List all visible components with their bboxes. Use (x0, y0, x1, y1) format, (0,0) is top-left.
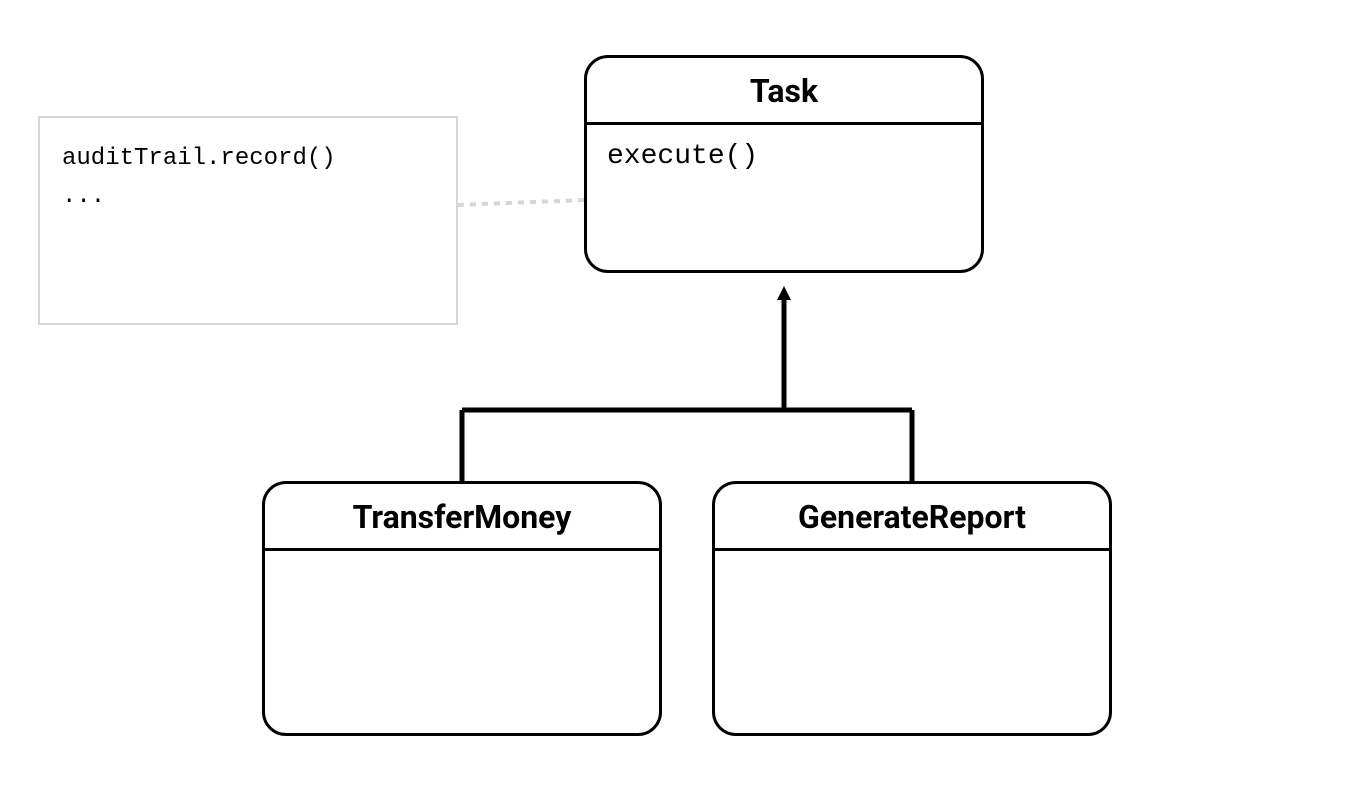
class-task-body: execute() (587, 125, 981, 188)
note-line-2: ... (62, 178, 434, 216)
class-task: Task execute() (584, 55, 984, 273)
class-generate-report-body (715, 551, 1109, 611)
class-task-title: Task (587, 58, 981, 125)
uml-diagram-canvas: auditTrail.record() ... Task execute() T… (0, 0, 1366, 792)
class-transfer-money-title: TransferMoney (265, 484, 659, 551)
class-transfer-money: TransferMoney (262, 481, 662, 736)
note-line-1: auditTrail.record() (62, 140, 434, 178)
class-generate-report-title: GenerateReport (715, 484, 1109, 551)
note-connector (458, 200, 584, 205)
class-task-method: execute() (607, 141, 758, 172)
note-box: auditTrail.record() ... (38, 116, 458, 325)
class-transfer-money-body (265, 551, 659, 611)
class-generate-report: GenerateReport (712, 481, 1112, 736)
